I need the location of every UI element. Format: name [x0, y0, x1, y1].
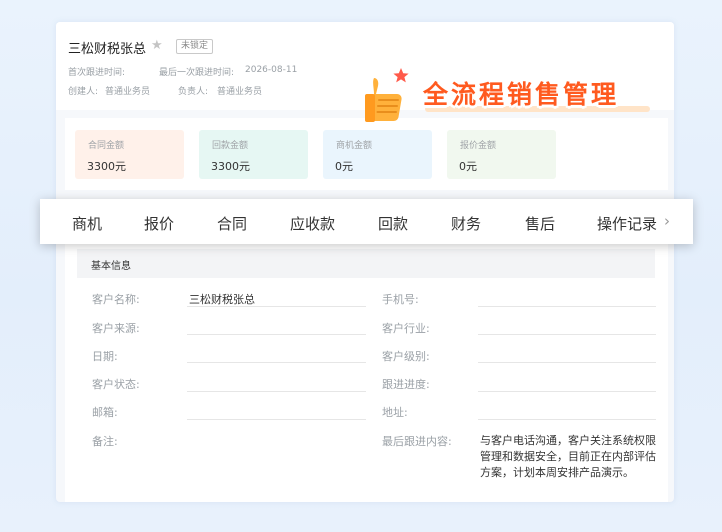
- tab-after-sales[interactable]: 售后: [525, 213, 555, 234]
- chevron-right-icon[interactable]: ›: [664, 212, 670, 230]
- tab-receivable[interactable]: 应收款: [290, 213, 335, 234]
- star-icon[interactable]: ★: [151, 38, 163, 53]
- customer-level-label: 客户级别:: [382, 350, 430, 363]
- customer-industry-label: 客户行业:: [382, 322, 430, 335]
- section-header: 基本信息: [77, 249, 655, 278]
- last-follow-value: 2026-08-11: [245, 65, 298, 75]
- amount-label: 合同金额: [88, 141, 125, 151]
- lock-status-badge: 未锁定: [176, 39, 214, 54]
- date-field[interactable]: [187, 362, 366, 363]
- email-field[interactable]: [187, 419, 366, 420]
- last-follow-label: 最后一次跟进时间:: [159, 68, 235, 78]
- last-follow-content-label: 最后跟进内容:: [382, 435, 452, 448]
- phone-field[interactable]: [478, 306, 656, 307]
- tab-contract[interactable]: 合同: [217, 213, 247, 234]
- customer-status-label: 客户状态:: [92, 378, 140, 391]
- module-tab-bar: 商机 报价 合同 应收款 回款 财务 售后 操作记录 ›: [40, 199, 693, 244]
- creator-value: 普通业务员: [105, 87, 151, 97]
- owner-label: 负责人:: [178, 87, 209, 97]
- payment-amount-card: 回款金额 3300元: [199, 130, 308, 179]
- customer-industry-field[interactable]: [478, 334, 656, 335]
- customer-name-label: 客户名称:: [92, 293, 140, 306]
- date-label: 日期:: [92, 350, 118, 363]
- promo-banner: 全流程销售管理: [365, 62, 657, 124]
- tab-quote[interactable]: 报价: [144, 213, 174, 234]
- tab-finance[interactable]: 财务: [451, 213, 481, 234]
- address-field[interactable]: [478, 419, 656, 420]
- amount-value: 3300元: [211, 160, 250, 173]
- quote-amount-card: 报价金额 0元: [447, 130, 556, 179]
- remark-label: 备注:: [92, 435, 118, 448]
- promo-title: 全流程销售管理: [423, 80, 620, 109]
- section-title: 基本信息: [91, 261, 131, 272]
- basic-info-panel: 基本信息 客户名称: 三松财税张总 手机号: 客户来源: 客户行业: 日期: 客…: [65, 244, 668, 502]
- customer-name-value: 三松财税张总: [189, 293, 255, 306]
- email-label: 邮箱:: [92, 406, 118, 419]
- address-label: 地址:: [382, 406, 408, 419]
- customer-status-field[interactable]: [187, 391, 366, 392]
- owner-value: 普通业务员: [217, 87, 263, 97]
- tab-payment[interactable]: 回款: [378, 213, 408, 234]
- first-follow-label: 首次跟进时间:: [68, 68, 126, 78]
- phone-label: 手机号:: [382, 293, 419, 306]
- customer-source-label: 客户来源:: [92, 322, 140, 335]
- amount-value: 3300元: [87, 160, 126, 173]
- follow-progress-field[interactable]: [478, 391, 656, 392]
- amount-value: 0元: [459, 160, 477, 173]
- tab-opportunity[interactable]: 商机: [72, 213, 102, 234]
- last-follow-content-value: 与客户电话沟通，客户关注系统权限管理和数据安全，目前正在内部评估方案，计划本周安…: [480, 434, 656, 479]
- customer-level-field[interactable]: [478, 362, 656, 363]
- follow-progress-label: 跟进进度:: [382, 378, 430, 391]
- amount-value: 0元: [335, 160, 353, 173]
- amount-label: 报价金额: [460, 141, 497, 151]
- creator-label: 创建人:: [68, 87, 99, 97]
- customer-source-field[interactable]: [187, 334, 366, 335]
- amount-summary-panel: 合同金额 3300元 回款金额 3300元 商机金额 0元 报价金额 0元: [65, 118, 668, 190]
- customer-name: 三松财税张总: [68, 42, 147, 57]
- opportunity-amount-card: 商机金额 0元: [323, 130, 432, 179]
- amount-label: 商机金额: [336, 141, 373, 151]
- thumbs-up-icon: [365, 68, 409, 122]
- customer-name-field[interactable]: [187, 306, 366, 307]
- tab-operation-log[interactable]: 操作记录: [597, 213, 657, 234]
- contract-amount-card: 合同金额 3300元: [75, 130, 184, 179]
- amount-label: 回款金额: [212, 141, 249, 151]
